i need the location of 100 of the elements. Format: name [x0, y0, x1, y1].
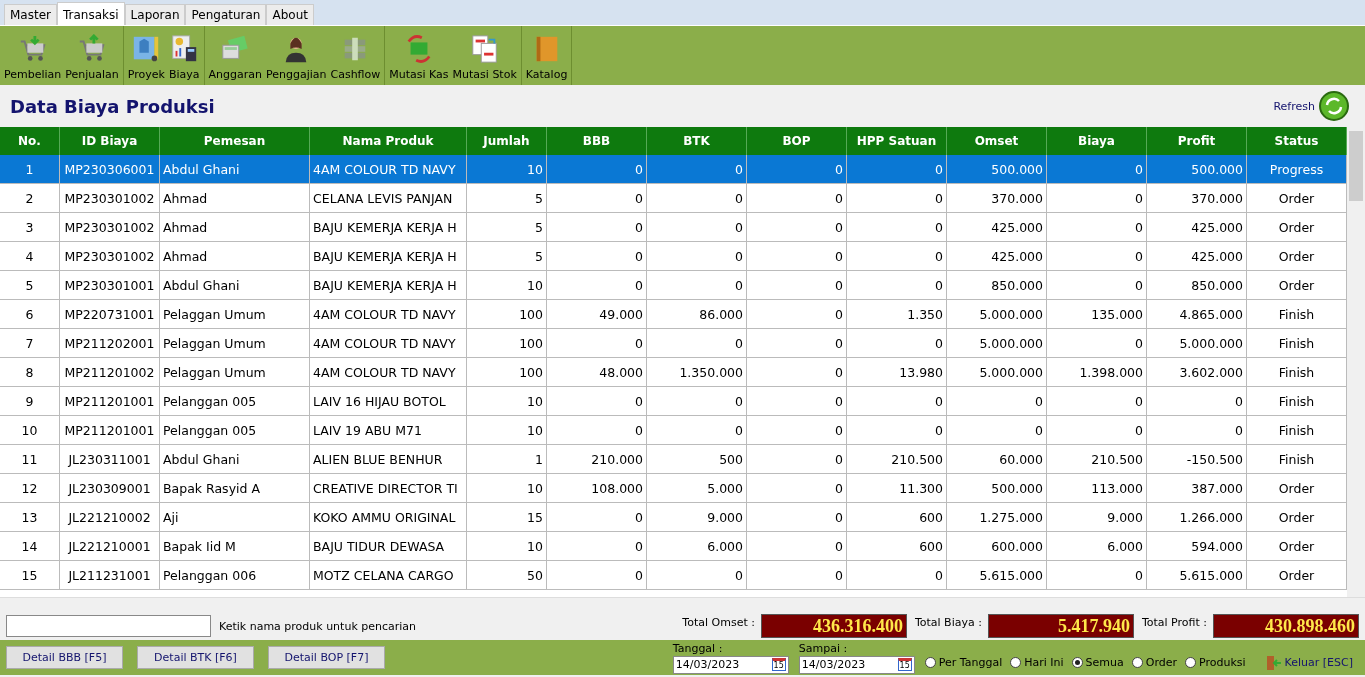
- table-cell: 1: [0, 155, 60, 184]
- toolbar-button[interactable]: Mutasi Kas: [387, 26, 451, 85]
- table-cell: 0: [947, 387, 1047, 416]
- table-cell: 4AM COLOUR TD NAVY: [310, 300, 467, 329]
- menu-tab[interactable]: About: [266, 4, 314, 25]
- table-cell: 100: [467, 358, 547, 387]
- exit-button[interactable]: Keluar [ESC]: [1259, 653, 1359, 672]
- date-field[interactable]: 14/03/2023 15: [672, 655, 789, 674]
- table-cell: BAJU KEMERJA KERJA H: [310, 271, 467, 300]
- table-cell: Pelaggan Umum: [160, 358, 310, 387]
- toolbar-button[interactable]: Mutasi Stok: [450, 26, 519, 85]
- table-cell: 0: [647, 155, 747, 184]
- menu-tab[interactable]: Pengaturan: [185, 4, 267, 25]
- detail-button[interactable]: Detail BOP [F7]: [268, 646, 385, 669]
- date-label: Sampai :: [798, 641, 849, 655]
- table-cell: 0: [547, 242, 647, 271]
- menu-tab[interactable]: Transaksi: [57, 2, 125, 25]
- table-cell: 2: [0, 184, 60, 213]
- table-cell: JL221210001: [60, 532, 160, 561]
- table-cell: 0: [647, 329, 747, 358]
- table-row[interactable]: 5 MP230301001 Abdul Ghani BAJU KEMERJA KERJA H 10 0 0 0 0 850.000 0 850.000 Order: [0, 271, 1347, 300]
- table-cell: 425.000: [947, 213, 1047, 242]
- table-cell: 0: [747, 358, 847, 387]
- table-row[interactable]: 1 MP230306001 Abdul Ghani 4AM COLOUR TD NAVY 10 0 0 0 0 500.000 0 500.000 Progress: [0, 155, 1347, 184]
- table-cell: 0: [847, 213, 947, 242]
- table-row[interactable]: 2 MP230301002 Ahmad CELANA LEVIS PANJAN 5 0 0 0 0 370.000 0 370.000 Order: [0, 184, 1347, 213]
- table-cell: 5.000: [647, 474, 747, 503]
- detail-button[interactable]: Detail BTK [F6]: [137, 646, 254, 669]
- table-row[interactable]: 9 MP211201001 Pelanggan 005 LAIV 16 HIJAU BOTOL 10 0 0 0 0 0 0 0 Finish: [0, 387, 1347, 416]
- table-cell: 0: [747, 184, 847, 213]
- table-cell: Pelanggan 005: [160, 416, 310, 445]
- table-row[interactable]: 3 MP230301002 Ahmad BAJU KEMERJA KERJA H 5 0 0 0 0 425.000 0 425.000 Order: [0, 213, 1347, 242]
- table-cell: 50: [467, 561, 547, 590]
- table-cell: Abdul Ghani: [160, 271, 310, 300]
- table-row[interactable]: 10 MP211201001 Pelanggan 005 LAIV 19 ABU M71 10 0 0 0 0 0 0 0 Finish: [0, 416, 1347, 445]
- table-cell: 425.000: [1147, 213, 1247, 242]
- table-cell: 425.000: [1147, 242, 1247, 271]
- table-cell: 6.000: [647, 532, 747, 561]
- toolbar-button[interactable]: Anggaran: [206, 26, 264, 85]
- toolbar-button[interactable]: Penggajian: [264, 26, 329, 85]
- table-row[interactable]: 8 MP211201002 Pelaggan Umum 4AM COLOUR TD NAVY 100 48.000 1.350.000 0 13.980 5.000.000 1.398.000 3.602.000 Finish: [0, 358, 1347, 387]
- filter-radio[interactable]: Order: [1131, 656, 1177, 669]
- table-cell: 3: [0, 213, 60, 242]
- toolbar-button[interactable]: Proyek: [125, 26, 167, 85]
- table-cell: 6.000: [1047, 532, 1147, 561]
- total-label: Total Biaya :: [914, 616, 982, 629]
- table-cell: 10: [467, 532, 547, 561]
- table-cell: 7: [0, 329, 60, 358]
- table-cell: 5: [467, 242, 547, 271]
- calendar-icon[interactable]: 15: [897, 658, 912, 671]
- table-row[interactable]: 7 MP211202001 Pelaggan Umum 4AM COLOUR TD NAVY 100 0 0 0 0 5.000.000 0 5.000.000 Finish: [0, 329, 1347, 358]
- table-cell: 5: [467, 184, 547, 213]
- filter-radio[interactable]: Semua: [1071, 656, 1124, 669]
- toolbar-button[interactable]: Pembelian: [2, 26, 64, 85]
- table-cell: LAIV 19 ABU M71: [310, 416, 467, 445]
- table-cell: 850.000: [1147, 271, 1247, 300]
- table-cell: 5: [467, 213, 547, 242]
- table-cell: 5.615.000: [1147, 561, 1247, 590]
- table-row[interactable]: 6 MP220731001 Pelaggan Umum 4AM COLOUR TD NAVY 100 49.000 86.000 0 1.350 5.000.000 135.000 4.865.000 Finish: [0, 300, 1347, 329]
- table-row[interactable]: 4 MP230301002 Ahmad BAJU KEMERJA KERJA H 5 0 0 0 0 425.000 0 425.000 Order: [0, 242, 1347, 271]
- table-cell: 60.000: [947, 445, 1047, 474]
- search-field[interactable]: [6, 615, 211, 637]
- refresh-button[interactable]: Refresh: [1267, 90, 1355, 122]
- calendar-icon[interactable]: 15: [771, 658, 786, 671]
- table-cell: 0: [547, 329, 647, 358]
- toolbar-button[interactable]: Katalog: [523, 26, 570, 85]
- table-cell: 14: [0, 532, 60, 561]
- table-cell: 10: [0, 416, 60, 445]
- table-cell: 0: [747, 532, 847, 561]
- table-row[interactable]: 15 JL211231001 Pelanggan 006 MOTZ CELANA CARGO 50 0 0 0 0 5.615.000 0 5.615.000 Order: [0, 561, 1347, 590]
- toolbar-button[interactable]: Penjualan: [63, 26, 121, 85]
- table-cell: 500.000: [947, 474, 1047, 503]
- table-cell: MP211201002: [60, 358, 160, 387]
- menu-tab[interactable]: Master: [4, 4, 57, 25]
- filter-radio[interactable]: Produksi: [1185, 656, 1246, 669]
- toolbar-button[interactable]: Biaya: [166, 26, 202, 85]
- table-cell: 3.602.000: [1147, 358, 1247, 387]
- table-cell: 5.000.000: [947, 329, 1047, 358]
- menu-tab[interactable]: Laporan: [124, 4, 186, 25]
- table-cell: 0: [1047, 184, 1147, 213]
- table-row[interactable]: 12 JL230309001 Bapak Rasyid A CREATIVE DIRECTOR TI 10 108.000 5.000 0 11.300 500.000 113.000 387.000 Order: [0, 474, 1347, 503]
- table-cell: MOTZ CELANA CARGO: [310, 561, 467, 590]
- documents-icon: [469, 34, 500, 64]
- detail-button[interactable]: Detail BBB [F5]: [6, 646, 123, 669]
- table-cell: CELANA LEVIS PANJAN: [310, 184, 467, 213]
- filter-radio[interactable]: Hari Ini: [1010, 656, 1064, 669]
- table-cell: 8: [0, 358, 60, 387]
- table-cell: 0: [1047, 329, 1147, 358]
- table-cell: JL211231001: [60, 561, 160, 590]
- table-row[interactable]: 14 JL221210001 Bapak Iid M BAJU TIDUR DEWASA 10 0 6.000 0 600 600.000 6.000 594.000 Order: [0, 532, 1347, 561]
- total-value: 436.316.400: [760, 614, 907, 638]
- table-row[interactable]: 11 JL230311001 Abdul Ghani ALIEN BLUE BENHUR 1 210.000 500 0 210.500 60.000 210.500 -150.500 Finish: [0, 445, 1347, 474]
- table-cell: 5.000.000: [947, 300, 1047, 329]
- table-cell: 0: [647, 184, 747, 213]
- table-cell: BAJU KEMERJA KERJA H: [310, 213, 467, 242]
- toolbar-button[interactable]: Cashflow: [328, 26, 383, 85]
- table-row[interactable]: 13 JL221210002 Aji KOKO AMMU ORIGINAL 15 0 9.000 0 600 1.275.000 9.000 1.266.000 Order: [0, 503, 1347, 532]
- table-cell: 0: [647, 213, 747, 242]
- date-field[interactable]: 14/03/2023 15: [798, 655, 915, 674]
- filter-radio[interactable]: Per Tanggal: [924, 656, 1003, 669]
